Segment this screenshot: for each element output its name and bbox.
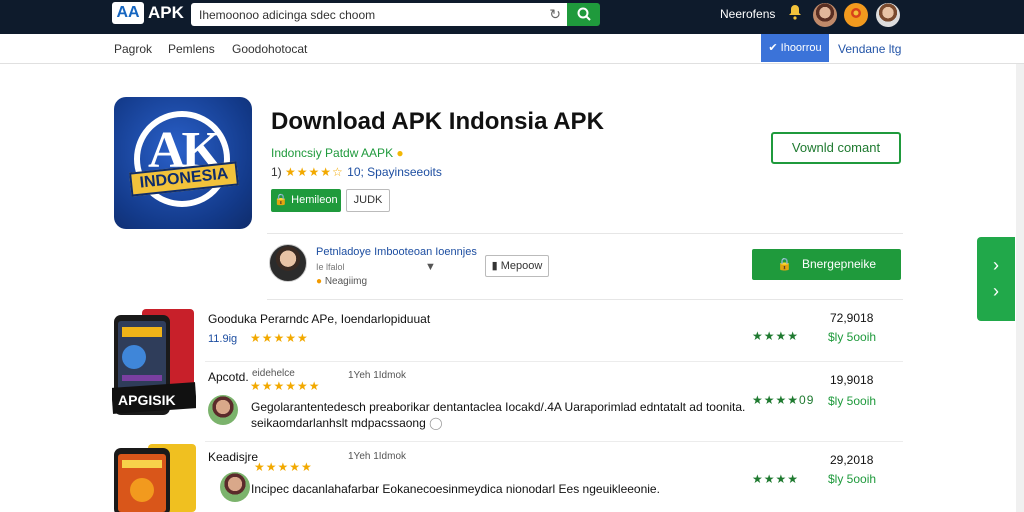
search-input[interactable]	[199, 7, 539, 22]
list-item-meta: eidehelce	[252, 368, 295, 379]
developer-name: Indoncsiy Patdw AAPK	[271, 146, 394, 160]
list-item-number: 72,9018	[830, 311, 874, 325]
nav-bar: Pagrok Pemlens Goodohotocat ✔ Ihoorrou V…	[0, 34, 1024, 64]
top-link[interactable]: Neerofens	[720, 7, 775, 21]
list-item-stars: ★★★★★	[254, 460, 313, 474]
info-icon[interactable]: ◯	[429, 416, 442, 430]
user-avatar-1[interactable]	[813, 3, 837, 27]
nav-primary-label: Ihoorrou	[780, 42, 822, 54]
list-item-title[interactable]: Gooduka Perarndc APe, Ioendarlopiduuat	[208, 312, 430, 326]
author-tag-label: Neagiimg	[324, 276, 368, 287]
lock-icon: 🔒	[274, 194, 289, 206]
rating-row: 1) ★★★★☆ 10; Spayinseeoits	[271, 165, 442, 179]
list-item-stars: ★★★★★	[250, 331, 309, 345]
search-icon	[577, 7, 591, 21]
secondary-action-button[interactable]: JUDK	[346, 189, 390, 212]
more-button[interactable]: ▮ Mepoow	[485, 255, 549, 277]
reviewer-avatar[interactable]	[220, 472, 250, 502]
list-item-green-stars: ★★★★09	[752, 393, 815, 407]
author-tag: ● Neagiimg	[316, 276, 367, 287]
list-item-size: 11.9ig	[208, 333, 238, 345]
secure-download-button[interactable]: 🔒 Bnergepneike	[752, 249, 901, 280]
logo-text: APK	[148, 3, 184, 22]
user-avatar-2[interactable]	[876, 3, 900, 27]
tag-dot-icon: ●	[316, 276, 323, 287]
reload-icon[interactable]: ↻	[549, 6, 561, 23]
secure-download-label: Bnergepneike	[801, 257, 877, 271]
primary-action-button[interactable]: 🔒 Hemileon	[271, 189, 341, 212]
divider	[205, 441, 903, 442]
scrollbar[interactable]	[1016, 64, 1024, 512]
list-item-number: 19,9018	[830, 373, 874, 387]
list-item-price: $ly 5ooih	[828, 330, 877, 344]
more-label: Mepoow	[500, 260, 543, 272]
list-item-title[interactable]: Apcotd.	[208, 370, 249, 384]
search-box: ↻	[191, 3, 567, 26]
download-outline-button[interactable]: Vownld comant	[771, 132, 901, 164]
app-title: Download APK Indonsia APK	[271, 108, 604, 135]
download-arrow-icon[interactable]: ▼	[425, 261, 436, 273]
author-name[interactable]: Petnladoye Imbooteoan Ioennjes	[316, 246, 477, 258]
phone-thumbnail[interactable]	[112, 444, 196, 512]
nav-right-link[interactable]: Vendane ltg	[838, 42, 901, 56]
list-item-meta-right: 1Yeh 1Idmok	[348, 451, 407, 462]
list-item-description: Incipec dacanlahafarbar Eokanecoesinmeyd…	[251, 482, 660, 496]
author-avatar[interactable]	[269, 244, 307, 282]
list-item-green-stars: ★★★★	[752, 329, 800, 343]
list-item-price: $ly 5ooih	[828, 472, 877, 486]
list-item-description: Gegolarantentedesch preaborikar dentanta…	[251, 400, 746, 414]
logo-mark: AA	[112, 2, 144, 24]
list-item-description-2: seikaomdarlanhslt mdpacssaong ◯	[251, 416, 443, 430]
list-item-meta-right: 1Yeh 1Idmok	[348, 370, 407, 381]
phone-banner: APGISIK	[118, 392, 176, 408]
notification-icon[interactable]	[783, 3, 807, 27]
phone-thumbnail[interactable]: APGISIK	[112, 309, 196, 421]
side-tab[interactable]: › ›	[977, 237, 1015, 321]
list-item-stars: ★★★★★★	[250, 379, 321, 393]
list-item-title[interactable]: Keadisjre	[208, 450, 258, 464]
list-item-price: $ly 5ooih	[828, 394, 877, 408]
review-count[interactable]: 10; Spayinseeoits	[347, 165, 442, 179]
coin-icon: ●	[396, 146, 404, 160]
check-icon: ✔	[768, 42, 778, 54]
nav-item-2[interactable]: Pemlens	[168, 42, 215, 56]
chevron-right-icon: ›	[993, 255, 999, 275]
app-developer[interactable]: Indoncsiy Patdw AAPK ●	[271, 146, 404, 160]
list-item-number: 29,2018	[830, 453, 874, 467]
list-item-green-stars: ★★★★	[752, 472, 800, 486]
badge-icon[interactable]	[844, 3, 868, 27]
app-icon: AK INDONESIA	[114, 97, 252, 229]
divider	[205, 361, 903, 362]
primary-action-label: Hemileon	[291, 194, 338, 206]
divider	[267, 299, 903, 300]
star-rating: ★★★★☆	[285, 165, 344, 179]
nav-primary-button[interactable]: ✔ Ihoorrou	[761, 34, 829, 62]
nav-item-1[interactable]: Pagrok	[114, 42, 152, 56]
divider	[267, 233, 903, 234]
list-item-description-2-text: seikaomdarlanhslt mdpacssaong	[251, 416, 426, 430]
chevron-right-icon: ›	[993, 281, 999, 301]
rating-prefix: 1)	[271, 165, 282, 179]
more-icon: ▮	[491, 260, 498, 272]
top-bar: AA APK ↻ Neerofens	[0, 0, 1024, 34]
nav-item-3[interactable]: Goodohotocat	[232, 42, 307, 56]
reviewer-avatar[interactable]	[208, 395, 238, 425]
site-logo[interactable]: AA APK	[112, 2, 184, 24]
lock-icon: 🔒	[776, 257, 792, 271]
search-button[interactable]	[567, 3, 600, 26]
author-sub: Ie lfalol	[316, 262, 345, 272]
